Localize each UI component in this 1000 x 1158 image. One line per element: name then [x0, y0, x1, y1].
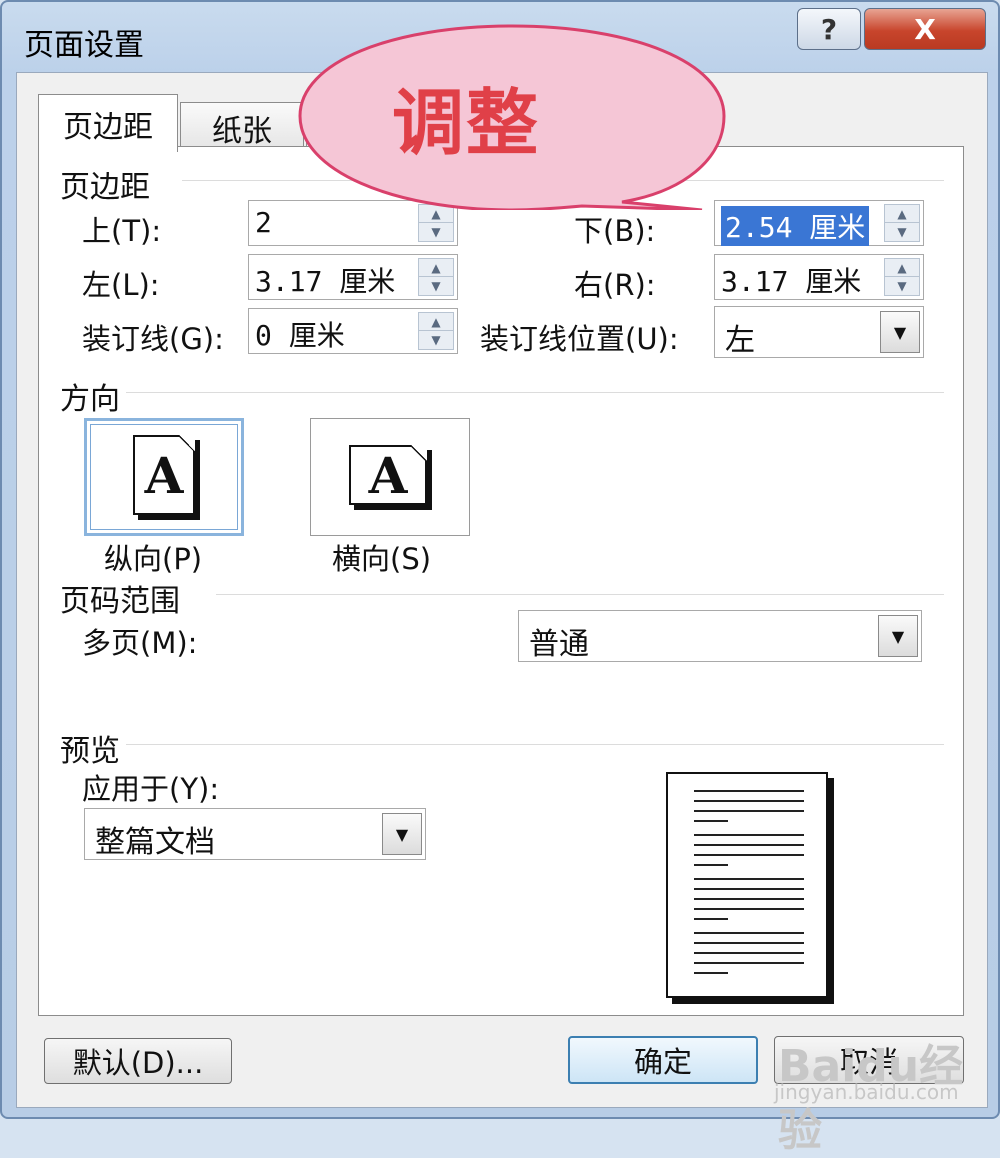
preview-line — [694, 820, 728, 822]
ok-button[interactable]: 确定 — [568, 1036, 758, 1084]
preview-line — [694, 918, 728, 920]
preview-line — [694, 932, 804, 934]
gutter-position-select[interactable]: 左 ▼ — [714, 306, 924, 358]
page-setup-dialog: 页面设置 ? X 页边距 纸张 版式 文档 页边距 上(T): 2 ▲ ▼ 下(… — [0, 0, 1000, 1156]
tab-margins[interactable]: 页边距 — [38, 94, 178, 152]
portrait-option[interactable]: A — [84, 418, 244, 536]
spin-down-icon[interactable]: ▼ — [885, 223, 919, 241]
default-button[interactable]: 默认(D)... — [44, 1038, 232, 1084]
right-margin-value[interactable]: 3.17 厘米 — [721, 260, 861, 300]
spin-arrows[interactable]: ▲ ▼ — [418, 312, 454, 350]
pages-section-heading: 页码范围 — [60, 584, 180, 619]
landscape-label[interactable]: 横向(S) — [332, 536, 431, 578]
apply-to-label: 应用于(Y): — [82, 772, 220, 806]
portrait-page-icon: A — [133, 435, 195, 515]
icon-letter: A — [368, 445, 408, 505]
bottom-margin-value[interactable]: 2.54 厘米 — [721, 206, 870, 246]
help-button[interactable]: ? — [797, 8, 861, 50]
watermark-url: jingyan.baidu.com — [774, 1080, 959, 1104]
close-button[interactable]: X — [864, 8, 986, 50]
preview-section-heading: 预览 — [60, 734, 120, 769]
divider — [216, 594, 944, 595]
spin-up-icon[interactable]: ▲ — [885, 205, 919, 223]
divider — [126, 392, 944, 393]
tab-paper[interactable]: 纸张 — [180, 102, 304, 152]
spin-up-icon[interactable]: ▲ — [419, 259, 453, 277]
multiple-pages-value: 普通 — [529, 627, 589, 662]
right-margin-stepper[interactable]: 3.17 厘米 ▲ ▼ — [714, 254, 924, 300]
preview-line — [694, 942, 804, 944]
margins-section-heading: 页边距 — [60, 170, 150, 205]
spin-arrows[interactable]: ▲ ▼ — [418, 258, 454, 296]
orientation-section-heading: 方向 — [60, 382, 120, 417]
page-fold — [411, 445, 427, 461]
gutter-label: 装订线(G): — [82, 322, 224, 356]
spin-arrows[interactable]: ▲ ▼ — [884, 258, 920, 296]
preview-line — [694, 908, 804, 910]
preview-line — [694, 834, 804, 836]
preview-line — [694, 888, 804, 890]
preview-line — [694, 952, 804, 954]
top-margin-value[interactable]: 2 — [255, 206, 272, 239]
preview-line — [694, 972, 728, 974]
preview-line — [694, 898, 804, 900]
spin-down-icon[interactable]: ▼ — [419, 223, 453, 241]
multiple-pages-select[interactable]: 普通 ▼ — [518, 610, 922, 662]
preview-line — [694, 790, 804, 792]
left-margin-value[interactable]: 3.17 厘米 — [255, 260, 395, 300]
dropdown-arrow-icon[interactable]: ▼ — [880, 311, 920, 353]
preview-line — [694, 878, 804, 880]
preview-line — [694, 810, 804, 812]
spin-down-icon[interactable]: ▼ — [885, 277, 919, 295]
spin-down-icon[interactable]: ▼ — [419, 331, 453, 349]
preview-line — [694, 864, 728, 866]
portrait-label[interactable]: 纵向(P) — [104, 536, 202, 578]
page-preview — [666, 772, 828, 998]
preview-line — [694, 962, 804, 964]
multiple-pages-label: 多页(M): — [82, 626, 198, 660]
spin-down-icon[interactable]: ▼ — [419, 277, 453, 295]
preview-line — [694, 800, 804, 802]
landscape-page-icon: A — [349, 445, 427, 505]
dropdown-arrow-icon[interactable]: ▼ — [878, 615, 918, 657]
apply-to-value: 整篇文档 — [95, 825, 215, 860]
dropdown-arrow-icon[interactable]: ▼ — [382, 813, 422, 855]
page-fold — [179, 435, 195, 451]
spin-up-icon[interactable]: ▲ — [885, 259, 919, 277]
gutter-position-label: 装订线位置(U): — [480, 322, 679, 356]
spin-arrows[interactable]: ▲ ▼ — [884, 204, 920, 242]
preview-line — [694, 844, 804, 846]
icon-letter: A — [144, 445, 184, 505]
preview-line — [694, 854, 804, 856]
dialog-title: 页面设置 — [24, 28, 144, 63]
divider — [126, 744, 944, 745]
callout-text: 调整 — [392, 81, 541, 165]
spin-up-icon[interactable]: ▲ — [419, 313, 453, 331]
bottom-margin-label: 下(B): — [574, 214, 656, 248]
left-margin-stepper[interactable]: 3.17 厘米 ▲ ▼ — [248, 254, 458, 300]
left-margin-label: 左(L): — [82, 268, 160, 302]
right-margin-label: 右(R): — [574, 268, 656, 302]
gutter-position-value: 左 — [725, 323, 755, 358]
apply-to-select[interactable]: 整篇文档 ▼ — [84, 808, 426, 860]
landscape-option[interactable]: A — [310, 418, 470, 536]
gutter-stepper[interactable]: 0 厘米 ▲ ▼ — [248, 308, 458, 354]
gutter-value[interactable]: 0 厘米 — [255, 314, 345, 354]
bottom-margin-stepper[interactable]: 2.54 厘米 ▲ ▼ — [714, 200, 924, 246]
top-margin-label: 上(T): — [82, 214, 162, 248]
